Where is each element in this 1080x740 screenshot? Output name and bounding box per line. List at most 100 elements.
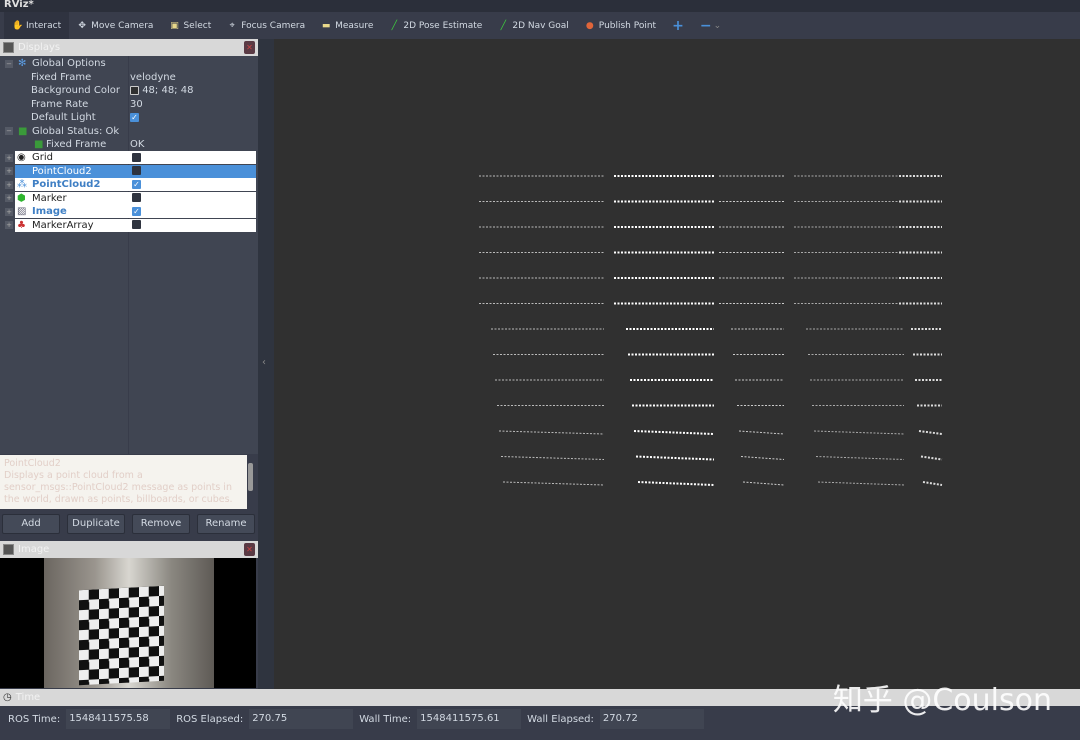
scan-line [740, 456, 785, 460]
display-item-grid[interactable]: + ◉ Grid [5, 151, 256, 165]
remove-button[interactable]: Remove [132, 514, 190, 534]
tool-label: Measure [335, 20, 374, 31]
frame-rate-value[interactable]: 30 [130, 99, 143, 110]
toolbar: ✋ Interact ✥ Move Camera ▣ Select ⌖ Focus Ca… [0, 12, 1080, 39]
item-checkbox[interactable] [132, 166, 141, 176]
tool-2d-pose-estimate[interactable]: ╱ 2D Pose Estimate [381, 12, 490, 39]
tool-menu-chevron-icon[interactable]: ⌄ [712, 12, 730, 39]
tool-interact[interactable]: ✋ Interact [4, 12, 70, 39]
tool-label: 2D Nav Goal [512, 20, 569, 31]
fixed-frame-value[interactable]: velodyne [130, 72, 176, 83]
item-label: Marker [32, 192, 67, 204]
displays-tree: − ✻ Global Options Fixed Frame velodyne Bac… [0, 56, 258, 454]
panel-title: Displays [18, 42, 61, 53]
pin-icon: ● [585, 20, 594, 31]
duplicate-button[interactable]: Duplicate [67, 514, 125, 534]
close-icon[interactable]: ✕ [244, 543, 255, 556]
global-status[interactable]: Global Status: Ok [32, 126, 119, 137]
display-item-pointcloud2[interactable]: + ⁂ PointCloud2 ✓ [5, 178, 256, 192]
item-checkbox[interactable] [132, 152, 141, 162]
panel-title: Image [18, 544, 50, 555]
item-checkbox[interactable]: ✓ [132, 206, 141, 216]
display-item-markerarray[interactable]: + ♣ MarkerArray [5, 218, 256, 232]
displays-panel: Displays ✕ − ✻ Global Options Fixed Frame ve… [0, 39, 258, 689]
watermark: 知乎 @Coulson [832, 683, 1052, 718]
item-checkbox[interactable] [132, 220, 141, 230]
scan-line [920, 455, 943, 461]
scan-line [637, 481, 715, 486]
select-icon: ▣ [170, 20, 179, 31]
global-options[interactable]: Global Options [32, 58, 106, 69]
scan-line [635, 455, 715, 461]
description-scrollbar[interactable] [248, 463, 253, 491]
scan-line [502, 481, 605, 486]
tool-measure[interactable]: ▬ Measure [313, 12, 381, 39]
scan-line [742, 481, 785, 486]
rename-button[interactable]: Rename [197, 514, 255, 534]
collapse-icon[interactable]: − [5, 59, 13, 68]
tool-label: Publish Point [598, 20, 657, 31]
display-description: PointCloud2 Displays a point cloud from a… [0, 455, 247, 509]
tool-focus-camera[interactable]: ⌖ Focus Camera [219, 12, 313, 39]
item-label: Grid [32, 152, 53, 164]
move-icon: ✥ [78, 20, 86, 31]
pose-arrow-icon: ╱ [391, 20, 398, 31]
status-value: OK [130, 139, 145, 151]
tool-label: Interact [26, 20, 62, 31]
tool-label: Focus Camera [241, 20, 306, 31]
close-icon[interactable]: ✕ [244, 41, 255, 54]
item-label: MarkerArray [32, 219, 94, 231]
tool-label: 2D Pose Estimate [403, 20, 483, 31]
checkerboard [79, 585, 164, 686]
clock-icon: ◷ [3, 692, 12, 703]
ros-elapsed-field[interactable]: 270.75 [249, 709, 354, 729]
scan-line [813, 430, 905, 435]
ros-time-field[interactable]: 1548411575.58 [66, 709, 171, 729]
window-title: RViz* [0, 0, 1080, 12]
item-label: PointCloud2 [32, 165, 92, 177]
image-icon [3, 544, 14, 555]
description-title: PointCloud2 [4, 458, 61, 469]
status-ok-icon: ■ [34, 139, 44, 151]
image-panel: Image ✕ [0, 541, 258, 688]
display-item-image[interactable]: + ▨ Image ✓ [5, 205, 256, 219]
add-tool-button[interactable]: + [664, 12, 692, 39]
default-light-checkbox[interactable]: ✓ [130, 112, 139, 122]
scan-line [633, 430, 715, 435]
background-color-value[interactable]: 48; 48; 48 [142, 85, 193, 96]
wall-time-label: Wall Time: [359, 713, 412, 725]
display-item-marker[interactable]: + ⬢ Marker [5, 191, 256, 205]
wall-time-field[interactable]: 1548411575.61 [417, 709, 522, 729]
status-name: Fixed Frame [46, 139, 107, 151]
collapse-icon[interactable]: − [5, 127, 13, 136]
tool-move-camera[interactable]: ✥ Move Camera [69, 12, 161, 39]
color-swatch[interactable] [130, 85, 139, 95]
tool-2d-nav-goal[interactable]: ╱ 2D Nav Goal [490, 12, 576, 39]
tool-select[interactable]: ▣ Select [161, 12, 219, 39]
marker-array-icon: ♣ [17, 219, 26, 231]
scan-line [498, 430, 605, 435]
wall-elapsed-label: Wall Elapsed: [527, 713, 594, 725]
description-text: Displays a point cloud from a sensor_msg… [4, 470, 233, 505]
remove-tool-button[interactable]: − [692, 12, 712, 39]
display-item-pointcloud2[interactable]: + PointCloud2 [5, 164, 256, 178]
add-button[interactable]: Add [2, 514, 60, 534]
displays-title-bar: Displays ✕ [0, 39, 258, 56]
tool-publish-point[interactable]: ● Publish Point [577, 12, 664, 39]
item-label: PointCloud2 [32, 179, 101, 191]
prop-name: Frame Rate [31, 98, 89, 110]
prop-name: Default Light [31, 112, 96, 124]
image-icon: ▨ [17, 206, 27, 218]
point-cloud [479, 175, 943, 486]
3d-viewport[interactable] [274, 39, 1080, 689]
scan-line [817, 481, 905, 486]
panel-splitter[interactable]: ‹ [258, 39, 274, 689]
pointcloud-icon: ⁂ [17, 179, 27, 191]
camera-image [0, 558, 256, 688]
wall-elapsed-field[interactable]: 270.72 [599, 709, 704, 729]
item-checkbox[interactable] [132, 193, 141, 203]
item-checkbox[interactable]: ✓ [132, 179, 141, 189]
hand-icon: ✋ [12, 20, 24, 31]
ros-elapsed-label: ROS Elapsed: [176, 713, 244, 725]
ruler-icon: ▬ [321, 20, 331, 31]
